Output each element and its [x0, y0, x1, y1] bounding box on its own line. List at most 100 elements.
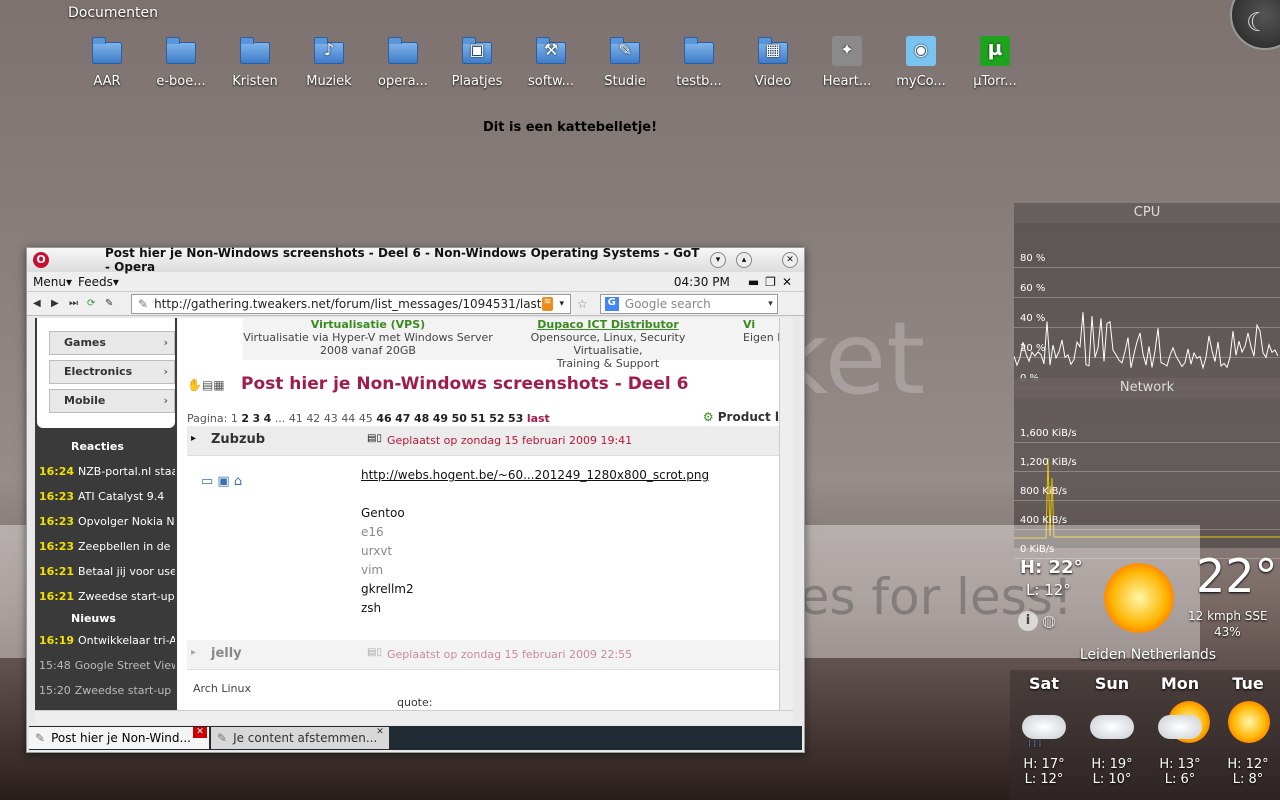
- window-titlebar[interactable]: O Post hier je Non-Windows screenshots -…: [27, 246, 804, 274]
- news-item[interactable]: 16:23 ATI Catalyst 9.4: [39, 490, 175, 503]
- ad-heading[interactable]: Dupaco ICT Distributor: [503, 318, 713, 331]
- edit-icon[interactable]: ✎: [105, 298, 119, 309]
- menu-electronics[interactable]: Electronics: [49, 360, 175, 384]
- bookmark-star-icon[interactable]: ☆: [577, 297, 588, 311]
- news-item[interactable]: 16:21Zweedse start-up int: [39, 590, 175, 603]
- page-link[interactable]: 43: [324, 412, 338, 425]
- horizontal-scrollbar[interactable]: [35, 710, 793, 724]
- desktop-icon[interactable]: µ µTorr...: [958, 34, 1032, 89]
- desktop-icon[interactable]: testb...: [662, 34, 736, 89]
- address-url[interactable]: http://gathering.tweakers.net/forum/list…: [154, 297, 541, 311]
- forecast-high: H: 13°: [1159, 757, 1201, 772]
- fast-forward-icon[interactable]: ⏭: [69, 298, 83, 309]
- news-item[interactable]: 15:48Google Street View s: [39, 659, 175, 672]
- desktop-icon[interactable]: ▣ Plaatjes: [440, 34, 514, 89]
- page-link[interactable]: 4: [264, 412, 272, 425]
- tab-forum[interactable]: ✎ Post hier je Non-Wind... ✕: [29, 727, 209, 749]
- post-user[interactable]: jelly: [211, 646, 242, 661]
- desktop-icon[interactable]: ◉ myCo...: [884, 34, 958, 89]
- page-link[interactable]: 45: [359, 412, 373, 425]
- pagination: Pagina: 1 2 3 4 ... 41 42 43 44 45 46 47…: [187, 412, 550, 425]
- page-link[interactable]: 53: [508, 412, 523, 425]
- back-icon[interactable]: ◀: [33, 298, 47, 309]
- news-item[interactable]: 16:23Opvolger Nokia N81: [39, 515, 175, 528]
- page-link[interactable]: 3: [253, 412, 261, 425]
- post-user[interactable]: Zubzub: [211, 432, 265, 447]
- desktop-icon[interactable]: ▦ Video: [736, 34, 810, 89]
- folder-icon: ✎: [608, 34, 642, 68]
- page-link[interactable]: 41: [289, 412, 303, 425]
- corner-widget[interactable]: ☾: [1230, 0, 1280, 50]
- post-tools-icon[interactable]: ▤▯: [367, 647, 382, 658]
- reload-icon[interactable]: ⟳: [87, 298, 101, 309]
- news-item[interactable]: 16:23Zeepbellen in de mm: [39, 540, 175, 553]
- news-text: Google Street View s: [74, 659, 175, 672]
- news-text: Zweedse start-up int: [74, 684, 175, 697]
- search-field[interactable]: G Google search ▾: [599, 293, 778, 314]
- desktop-icon[interactable]: ✦ Heart...: [810, 34, 884, 89]
- address-dropdown-icon[interactable]: ▾: [559, 299, 564, 309]
- desktop-icon[interactable]: ⚒ softw...: [514, 34, 588, 89]
- minimize-icon[interactable]: ▬: [748, 275, 759, 289]
- news-item[interactable]: 16:21Betaal jij voor usenet: [39, 565, 175, 578]
- ad-heading[interactable]: Virtualisatie (VPS): [243, 318, 493, 331]
- desktop-icon[interactable]: ✎ Studie: [588, 34, 662, 89]
- desktop-icon-label: Heart...: [822, 74, 872, 89]
- desktop-icon[interactable]: Kristen: [218, 34, 292, 89]
- clock: 04:30 PM: [673, 274, 730, 289]
- desktop-icon[interactable]: ♪ Muziek: [292, 34, 366, 89]
- desktop-icon[interactable]: opera...: [366, 34, 440, 89]
- page-link[interactable]: 44: [341, 412, 355, 425]
- nav-toolbar: ◀ ▶ ⏭ ⟳ ✎ ✎ http://gathering.tweakers.ne…: [27, 292, 804, 316]
- news-item[interactable]: 16:24NZB-portal.nl staakt: [39, 465, 175, 478]
- tab-close-icon[interactable]: ✕: [373, 727, 387, 738]
- tab-content[interactable]: ✎ Je content afstemmen... ✕: [211, 727, 389, 749]
- post-tools-icon[interactable]: ▤▯: [367, 433, 382, 444]
- desktop-icon[interactable]: e-boe...: [144, 34, 218, 89]
- cpu-series-line: [1014, 312, 1279, 370]
- page-link[interactable]: 52: [489, 412, 504, 425]
- ad-item[interactable]: Dupaco ICT Distributor Opensource, Linux…: [503, 318, 713, 370]
- network-gadget: Network 1,600 KiB/s 1,200 KiB/s 800 KiB/s 4…: [1014, 378, 1280, 559]
- folder-icon: ♪: [312, 34, 346, 68]
- shade-up-icon[interactable]: ▴: [736, 252, 752, 268]
- search-dropdown-icon[interactable]: ▾: [768, 299, 773, 309]
- page-link[interactable]: 2: [241, 412, 249, 425]
- rss-icon[interactable]: ≋: [541, 296, 554, 311]
- profile-icons[interactable]: ▭ ▣ ⌂: [201, 474, 242, 489]
- menu-games[interactable]: Games: [49, 331, 175, 355]
- page-content[interactable]: Games Electronics Mobile Reacties 16:24N…: [35, 318, 793, 710]
- page-link[interactable]: 46: [376, 412, 391, 425]
- page-link[interactable]: 1: [231, 412, 238, 425]
- feeds-button[interactable]: Feeds▾: [78, 275, 119, 289]
- shade-down-icon[interactable]: ▾: [710, 252, 726, 268]
- menu-button[interactable]: Menu▾: [33, 275, 72, 289]
- close-window-icon[interactable]: ✕: [782, 252, 798, 268]
- restore-icon[interactable]: ❐: [765, 275, 776, 289]
- page-link[interactable]: 48: [414, 412, 429, 425]
- globe-icon[interactable]: ◍: [1042, 611, 1056, 630]
- tab-close-icon[interactable]: ✕: [193, 727, 207, 738]
- desktop-icon[interactable]: AAR: [70, 34, 144, 89]
- product-link[interactable]: ⚙ Product l: [703, 410, 779, 424]
- news-item[interactable]: 16:19Ontwikkelaar tri-Ace: [39, 634, 175, 647]
- news-item[interactable]: 15:20Zweedse start-up int: [39, 684, 175, 697]
- page-link[interactable]: 50: [452, 412, 467, 425]
- address-bar[interactable]: ✎ http://gathering.tweakers.net/forum/li…: [131, 293, 571, 314]
- info-icon[interactable]: i: [1018, 611, 1038, 631]
- vertical-scrollbar[interactable]: [779, 318, 793, 710]
- topic-tools-icons[interactable]: ✋▤▦: [187, 378, 225, 392]
- cloud-icon: [1078, 701, 1146, 757]
- page-last-link[interactable]: last: [527, 412, 550, 425]
- opera-window[interactable]: O Post hier je Non-Windows screenshots -…: [26, 246, 805, 753]
- page-link[interactable]: 42: [306, 412, 320, 425]
- ad-item[interactable]: Virtualisatie (VPS) Virtualisatie via Hy…: [243, 318, 493, 357]
- page-link[interactable]: 47: [395, 412, 410, 425]
- menu-mobile[interactable]: Mobile: [49, 389, 175, 413]
- page-link[interactable]: 49: [433, 412, 448, 425]
- post-link[interactable]: http://webs.hogent.be/~60...201249_1280x…: [361, 468, 709, 482]
- forward-icon[interactable]: ▶: [51, 298, 65, 309]
- close-tab-icon[interactable]: ✕: [782, 275, 792, 289]
- page-link[interactable]: 51: [470, 412, 485, 425]
- search-placeholder[interactable]: Google search: [625, 297, 768, 311]
